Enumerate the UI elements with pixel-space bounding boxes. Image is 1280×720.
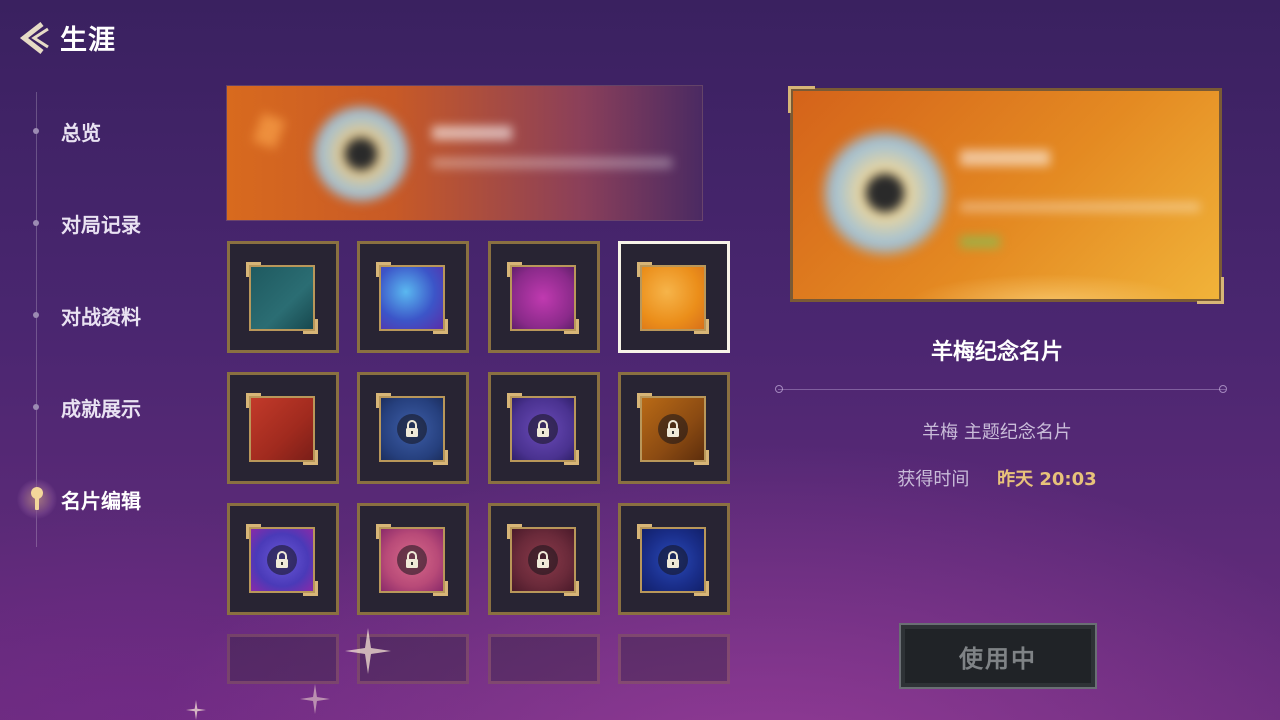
card-thumbnail [246, 262, 318, 334]
cloud-decoration [790, 252, 1222, 302]
card-thumbnail [507, 393, 579, 465]
thumbnail-corner [303, 450, 318, 465]
card-tile[interactable] [227, 372, 339, 484]
lock-icon [658, 545, 688, 575]
sidebar-item-overview[interactable]: 总览 [24, 116, 101, 146]
sidebar-item-label: 总览 [61, 120, 101, 145]
avatar [311, 104, 411, 204]
thumbnail-corner [376, 393, 391, 408]
thumbnail-corner [303, 319, 318, 334]
thumbnail-corner [433, 450, 448, 465]
player-info-blurred [432, 158, 672, 168]
lock-icon [528, 414, 558, 444]
sparkle-icon [345, 628, 391, 674]
card-tile[interactable] [618, 241, 730, 353]
lock-icon [658, 414, 688, 444]
chevron-left-icon [19, 21, 49, 54]
card-thumbnail [376, 524, 448, 596]
avatar [820, 128, 950, 258]
card-tile[interactable] [357, 372, 469, 484]
card-tile[interactable] [227, 503, 339, 615]
thumbnail-corner [694, 450, 709, 465]
thumbnail-corner [246, 262, 261, 277]
card-tile[interactable] [357, 503, 469, 615]
sparkle-icon [300, 684, 330, 714]
in-use-label: 使用中 [959, 644, 1037, 673]
card-tile[interactable] [488, 372, 600, 484]
lock-icon [397, 545, 427, 575]
card-thumbnail [376, 262, 448, 334]
obtained-time: 获得时间 昨天 20:03 [790, 465, 1204, 491]
thumbnail-corner [694, 581, 709, 596]
player-name-blurred [960, 150, 1050, 166]
sparkle-icon [186, 700, 206, 720]
lock-icon [397, 414, 427, 444]
thumbnail-corner [564, 450, 579, 465]
card-thumbnail [246, 524, 318, 596]
card-tile[interactable] [618, 634, 730, 684]
lock-icon [267, 545, 297, 575]
obtained-value: 昨天 20:03 [997, 469, 1097, 490]
brush-icon [17, 479, 57, 519]
thumbnail-corner [376, 262, 391, 277]
thumbnail-corner [246, 393, 261, 408]
card-thumbnail [376, 393, 448, 465]
carrot-decoration [252, 112, 286, 150]
sidebar-item-label: 成就展示 [61, 396, 141, 421]
thumbnail-corner [507, 524, 522, 539]
in-use-button[interactable]: 使用中 [899, 623, 1097, 689]
thumbnail-corner [694, 319, 709, 334]
card-tile[interactable] [488, 503, 600, 615]
card-tile[interactable] [618, 503, 730, 615]
sidebar-item-card-edit[interactable]: 名片编辑 [17, 479, 141, 519]
thumbnail-corner [507, 393, 522, 408]
card-tile[interactable] [488, 634, 600, 684]
thumbnail-corner [376, 524, 391, 539]
nav-dot [33, 128, 39, 134]
selected-card-preview [790, 88, 1222, 302]
card-tile[interactable] [227, 634, 339, 684]
card-tile[interactable] [227, 241, 339, 353]
card-thumbnail [637, 393, 709, 465]
nav-dot [33, 312, 39, 318]
thumbnail-corner [246, 524, 261, 539]
thumbnail-corner [303, 581, 318, 596]
nav-dot [33, 404, 39, 410]
thumbnail-corner [433, 581, 448, 596]
player-info-blurred [960, 202, 1200, 212]
card-preview-banner [227, 86, 702, 220]
sidebar-item-label: 对局记录 [61, 212, 141, 237]
status-blurred [960, 236, 1000, 248]
thumbnail-corner [507, 262, 522, 277]
thumbnail-corner [637, 524, 652, 539]
sidebar-item-label: 对战资料 [61, 304, 141, 329]
card-tile[interactable] [357, 241, 469, 353]
card-thumbnail [507, 262, 579, 334]
thumbnail-corner [564, 319, 579, 334]
card-name: 羊梅纪念名片 [930, 340, 1063, 365]
card-thumbnail [507, 524, 579, 596]
sidebar-item-achievements[interactable]: 成就展示 [24, 392, 141, 422]
obtained-label: 获得时间 [897, 469, 970, 490]
sidebar-item-label: 名片编辑 [61, 488, 141, 513]
back-button[interactable]: 生涯 [16, 18, 116, 57]
sidebar-item-battle-data[interactable]: 对战资料 [24, 300, 141, 330]
page-title: 生涯 [60, 25, 116, 56]
card-thumbnail [637, 262, 709, 334]
divider-cap [1219, 385, 1227, 393]
lock-icon [528, 545, 558, 575]
thumbnail-corner [637, 262, 652, 277]
card-thumbnail [246, 393, 318, 465]
card-thumbnail [637, 524, 709, 596]
sidebar-item-match-history[interactable]: 对局记录 [24, 208, 141, 238]
thumbnail-corner [637, 393, 652, 408]
card-tile[interactable] [618, 372, 730, 484]
thumbnail-corner [433, 319, 448, 334]
player-name-blurred [432, 126, 512, 140]
divider [778, 389, 1226, 390]
nav-dot [33, 220, 39, 226]
thumbnail-corner [564, 581, 579, 596]
card-tile[interactable] [488, 241, 600, 353]
card-description: 羊梅 主题纪念名片 [922, 422, 1072, 443]
